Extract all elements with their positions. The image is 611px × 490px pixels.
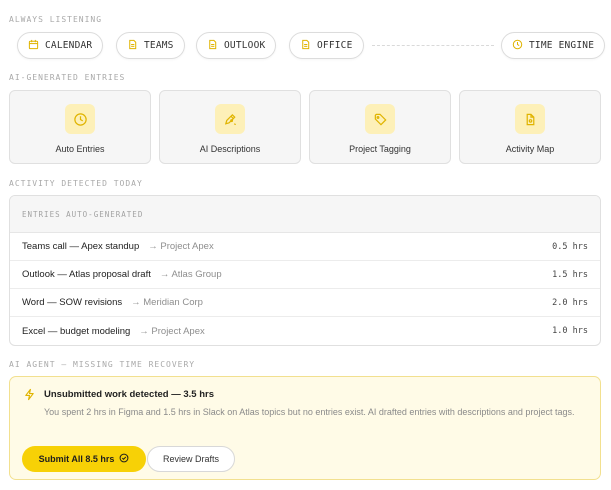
- calendar-icon: [28, 39, 39, 53]
- entry-title: Excel — budget modeling: [22, 325, 131, 337]
- review-drafts-button[interactable]: Review Drafts: [147, 446, 235, 472]
- section-label-ai-agent: AI AGENT — MISSING TIME RECOVERY: [9, 360, 196, 369]
- card-label: Auto Entries: [55, 144, 105, 154]
- map-pin-icon: [515, 104, 545, 134]
- check-circle-icon: [119, 453, 129, 465]
- bolt-icon: [23, 388, 36, 401]
- chip-label: TIME ENGINE: [529, 40, 595, 51]
- card-project-tagging[interactable]: Project Tagging: [309, 90, 451, 164]
- table-header: ENTRIES AUTO-GENERATED: [10, 196, 600, 233]
- chip-office[interactable]: OFFICE: [289, 32, 364, 59]
- entry-hours: 1.0 hrs: [552, 326, 588, 336]
- clock-icon: [65, 104, 95, 134]
- section-label-always-listening: ALWAYS LISTENING: [9, 15, 103, 24]
- clock-icon: [512, 39, 523, 53]
- table-row[interactable]: Teams call — Apex standup → Project Apex…: [10, 233, 600, 261]
- entry-hours: 2.0 hrs: [552, 297, 588, 308]
- document-icon: [127, 39, 138, 53]
- button-label: Submit All 8.5 hrs: [38, 454, 115, 464]
- table-row[interactable]: Excel — budget modeling → Project Apex 1…: [10, 317, 600, 345]
- entry-title: Teams call — Apex standup: [22, 241, 140, 252]
- section-label-activity: ACTIVITY DETECTED TODAY: [9, 179, 143, 188]
- table-row[interactable]: Outlook — Atlas proposal draft → Atlas G…: [10, 261, 600, 289]
- entry-project: → Project Apex: [148, 241, 214, 252]
- submit-all-button[interactable]: Submit All 8.5 hrs: [22, 446, 146, 472]
- chip-teams[interactable]: TEAMS: [116, 32, 185, 59]
- pen-icon: [215, 104, 245, 134]
- tag-icon: [365, 104, 395, 134]
- connector-line: [372, 45, 494, 46]
- section-label-ai-entries: AI-GENERATED ENTRIES: [9, 73, 126, 82]
- chip-calendar[interactable]: CALENDAR: [17, 32, 104, 59]
- entry-title: Outlook — Atlas proposal draft: [22, 269, 151, 280]
- table-row[interactable]: Word — SOW revisions → Meridian Corp 2.0…: [10, 289, 600, 317]
- card-ai-descriptions[interactable]: AI Descriptions: [159, 90, 301, 164]
- entry-project: → Project Apex: [139, 325, 205, 337]
- entry-project: → Atlas Group: [159, 269, 222, 280]
- chip-label: TEAMS: [144, 40, 174, 51]
- chip-label: CALENDAR: [45, 40, 93, 51]
- missing-time-panel: Unsubmitted work detected — 3.5 hrs You …: [9, 376, 601, 480]
- card-label: Project Tagging: [349, 144, 411, 154]
- document-icon: [300, 39, 311, 53]
- card-label: AI Descriptions: [199, 144, 261, 154]
- chip-label: OFFICE: [317, 40, 353, 51]
- agent-title: Unsubmitted work detected — 3.5 hrs: [44, 389, 214, 400]
- agent-description: You spent 2 hrs in Figma and 1.5 hrs in …: [44, 407, 575, 417]
- entry-title: Word — SOW revisions: [22, 297, 123, 308]
- entry-hours: 1.5 hrs: [552, 269, 588, 280]
- card-auto-entries[interactable]: Auto Entries: [9, 90, 151, 164]
- chip-outlook[interactable]: OUTLOOK: [196, 32, 277, 59]
- chip-label: OUTLOOK: [224, 40, 266, 51]
- card-label: Activity Map: [505, 144, 555, 154]
- entry-project: → Meridian Corp: [131, 297, 203, 308]
- chip-time-engine[interactable]: TIME ENGINE: [501, 32, 606, 59]
- activity-table: ENTRIES AUTO-GENERATED Teams call — Apex…: [9, 195, 601, 346]
- entry-hours: 0.5 hrs: [552, 241, 588, 252]
- card-activity-map[interactable]: Activity Map: [459, 90, 601, 164]
- document-icon: [207, 39, 218, 53]
